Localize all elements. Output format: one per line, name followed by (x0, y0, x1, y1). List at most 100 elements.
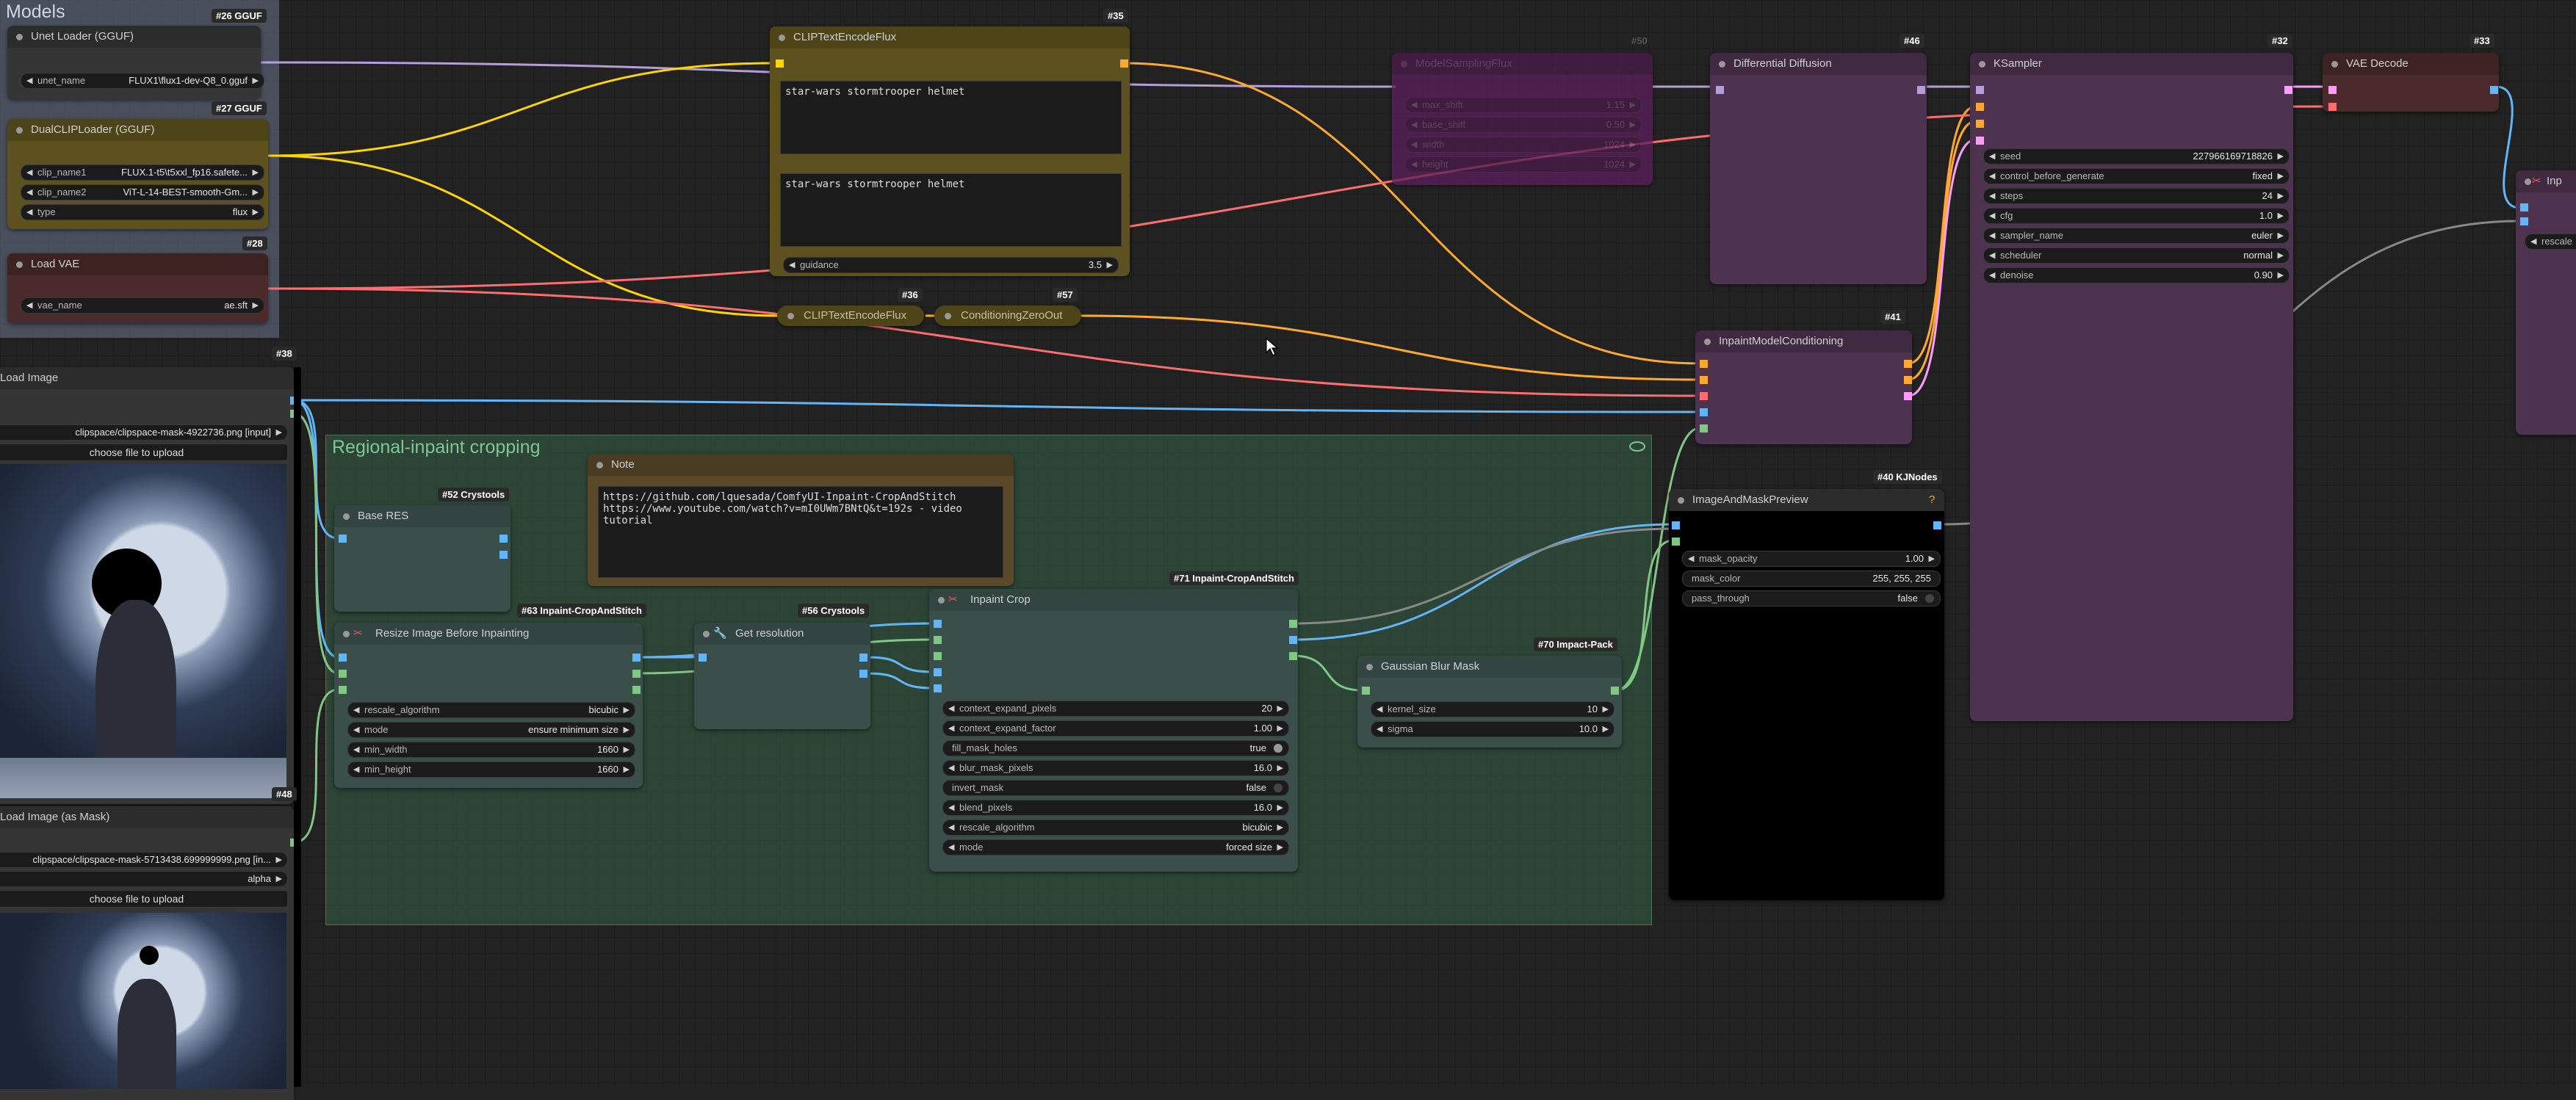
input-slot-positive[interactable] (1700, 360, 1708, 368)
mode-combo[interactable]: ◀ mode ensure minimum size ▶ (347, 722, 635, 738)
node-conditioning-zero-out[interactable]: ConditioningZeroOut (934, 305, 1081, 326)
input-slot-image[interactable] (339, 535, 347, 543)
upload-button[interactable]: choose file to upload (0, 444, 288, 461)
rescale-algorithm-combo[interactable]: ◀ rescale_algorithm bicubic ▶ (347, 702, 635, 718)
collapse-dot-icon[interactable] (787, 313, 794, 319)
input-slot-optional-context[interactable] (934, 652, 942, 660)
collapse-dot-icon[interactable] (596, 462, 603, 468)
mask-opacity-number[interactable]: ◀ mask_opacity 1.00 ▶ (1682, 551, 1941, 567)
node-model-sampling-flux[interactable]: ModelSamplingFlux ◀ max_shift 1.15 ▶ ◀ base_… (1392, 53, 1653, 185)
collapse-dot-icon[interactable] (1366, 664, 1373, 670)
output-slot-cropped-image[interactable] (1289, 636, 1297, 644)
output-slot-latent[interactable] (2284, 86, 2292, 94)
collapse-dot-icon[interactable] (1678, 497, 1684, 504)
collapse-dot-icon[interactable] (779, 35, 785, 41)
image-mask-combo[interactable]: clipspace/clipspace-mask-5713438.6999999… (0, 852, 288, 868)
node-get-resolution[interactable]: 🔧 Get resolution (694, 623, 870, 729)
input-slot-image[interactable] (1672, 521, 1680, 529)
input-slot-pixels[interactable] (1700, 408, 1708, 416)
output-slot-negative[interactable] (1904, 376, 1912, 384)
clip-l-text[interactable]: star-wars stormtrooper helmet (780, 81, 1122, 154)
node-image-and-mask-preview[interactable]: ImageAndMaskPreview ◀ mask_opacity 1.00 ▶ m… (1669, 489, 1944, 900)
collapse-dot-icon[interactable] (1704, 339, 1711, 345)
input-slot-mask[interactable] (1672, 538, 1680, 546)
collapse-dot-icon[interactable] (2525, 178, 2531, 185)
input-slot-image[interactable] (699, 654, 707, 662)
arrow-left-icon[interactable]: ◀ (26, 73, 32, 88)
rescale-algorithm-combo[interactable]: ◀ rescale_algorithm bicubic ▶ (942, 819, 1289, 836)
collapse-dot-icon[interactable] (938, 597, 945, 604)
output-slot-stitch[interactable] (1289, 620, 1297, 628)
t5xxl-text[interactable]: star-wars stormtrooper helmet (780, 173, 1122, 247)
node-differential-diffusion[interactable]: Differential Diffusion (1710, 53, 1927, 284)
node-resize-image-before-inpainting[interactable]: ✂ Resize Image Before Inpainting ◀ rescale… (334, 623, 643, 788)
output-slot-positive[interactable] (1904, 360, 1912, 368)
collapse-dot-icon[interactable] (1979, 61, 1985, 68)
input-slot-positive[interactable] (1976, 103, 1984, 111)
guidance-number[interactable]: ◀ guidance 3.5 ▶ (783, 257, 1119, 273)
input-slot-model[interactable] (1976, 86, 1984, 94)
node-inpaint-model-conditioning[interactable]: InpaintModelConditioning (1695, 330, 1912, 444)
collapse-dot-icon[interactable] (1401, 61, 1407, 68)
node-dualclip-loader[interactable]: DualCLIPLoader (GGUF) ◀ clip_name1 FLUX.1-… (7, 119, 268, 229)
width-number[interactable]: ◀ width 1024 ▶ (1405, 137, 1642, 153)
node-cliptextencodeflux-36[interactable]: CLIPTextEncodeFlux (777, 305, 924, 326)
group-eye-icon[interactable] (1629, 441, 1645, 452)
input-slot-width[interactable] (934, 668, 942, 676)
input-slot-height[interactable] (934, 684, 942, 692)
node-base-res[interactable]: Base RES (334, 505, 510, 612)
input-slot-samples[interactable] (2328, 86, 2337, 94)
invert-mask-toggle[interactable]: invert_mask false (942, 780, 1289, 796)
output-slot-composite[interactable] (1933, 521, 1941, 529)
output-slot-width[interactable] (499, 535, 508, 543)
max-shift-number[interactable]: ◀ max_shift 1.15 ▶ (1405, 97, 1642, 113)
image-combo[interactable]: clipspace/clipspace-mask-4922736.png [in… (0, 424, 288, 441)
collapse-dot-icon[interactable] (343, 631, 350, 637)
blur-mask-pixels-number[interactable]: ◀ blur_mask_pixels 16.0 ▶ (942, 760, 1289, 776)
context-expand-pixels-number[interactable]: ◀ context_expand_pixels 20 ▶ (942, 701, 1289, 717)
input-slot-negative[interactable] (1976, 120, 1984, 128)
blend-pixels-number[interactable]: ◀ blend_pixels 16.0 ▶ (942, 800, 1289, 816)
clip-name2-combo[interactable]: ◀ clip_name2 ViT-L-14-BEST-smooth-Gm... ▶ (21, 184, 264, 200)
node-load-vae[interactable]: Load VAE ◀ vae_name ae.sft ▶ (7, 253, 268, 323)
output-slot-conditioning[interactable] (1120, 59, 1128, 68)
output-slot-height[interactable] (859, 670, 867, 678)
min-width-number[interactable]: ◀ min_width 1660 ▶ (347, 742, 635, 758)
output-slot-image[interactable] (2490, 86, 2498, 94)
node-gaussian-blur-mask[interactable]: Gaussian Blur Mask ◀ kernel_size 10 ▶ ◀ sigm… (1357, 656, 1622, 748)
pass-through-toggle[interactable]: pass_through false (1682, 590, 1941, 607)
channel-combo[interactable]: alpha ▶ (0, 871, 288, 887)
clip-name1-combo[interactable]: ◀ clip_name1 FLUX.1-t5\t5xxl_fp16.safete..… (21, 164, 264, 181)
input-slot-negative[interactable] (1700, 376, 1708, 384)
seed-number[interactable]: ◀ seed 227966169718826 ▶ (1983, 148, 2290, 164)
cfg-number[interactable]: ◀ cfg 1.0 ▶ (1983, 208, 2290, 224)
arrow-right-icon[interactable]: ▶ (253, 73, 259, 88)
input-slot-vae[interactable] (2328, 103, 2337, 111)
input-slot-model[interactable] (1716, 86, 1724, 94)
node-cliptextencodeflux-35[interactable]: CLIPTextEncodeFlux star-wars stormtroope… (770, 26, 1130, 276)
input-slot-mask[interactable] (339, 670, 347, 678)
upload-mask-button[interactable]: choose file to upload (0, 890, 288, 908)
node-vae-decode[interactable]: VAE Decode (2323, 53, 2499, 112)
type-combo[interactable]: ◀ type flux ▶ (21, 204, 264, 220)
output-slot-mask[interactable] (1611, 687, 1619, 695)
collapse-dot-icon[interactable] (2331, 61, 2338, 68)
steps-number[interactable]: ◀ steps 24 ▶ (1983, 188, 2290, 204)
input-slot-image[interactable] (934, 620, 942, 628)
scheduler-combo[interactable]: ◀ scheduler normal ▶ (1983, 247, 2290, 264)
min-height-number[interactable]: ◀ min_height 1660 ▶ (347, 761, 635, 778)
node-note[interactable]: Note https://github.com/lquesada/ComfyUI… (588, 454, 1014, 586)
node-load-image[interactable]: Load Image clipspace/clipspace-mask-4922… (0, 367, 298, 804)
control-before-generate-combo[interactable]: ◀ control_before_generate fixed ▶ (1983, 168, 2290, 184)
input-slot-mask[interactable] (2520, 217, 2528, 225)
context-expand-factor-number[interactable]: ◀ context_expand_factor 1.00 ▶ (942, 720, 1289, 737)
collapse-dot-icon[interactable] (343, 513, 350, 520)
height-number[interactable]: ◀ height 1024 ▶ (1405, 156, 1642, 173)
input-slot-clip[interactable] (776, 59, 784, 68)
input-slot-optional[interactable] (339, 686, 347, 694)
node-right-partial[interactable]: ✂ Inp ◀ rescale (2516, 170, 2576, 435)
sampler-name-combo[interactable]: ◀ sampler_name euler ▶ (1983, 228, 2290, 244)
output-slot-model[interactable] (1917, 86, 1925, 94)
output-slot-latent[interactable] (1904, 392, 1912, 400)
node-unet-loader[interactable]: Unet Loader (GGUF) ◀ unet_name FLUX1\flux1… (7, 26, 264, 99)
